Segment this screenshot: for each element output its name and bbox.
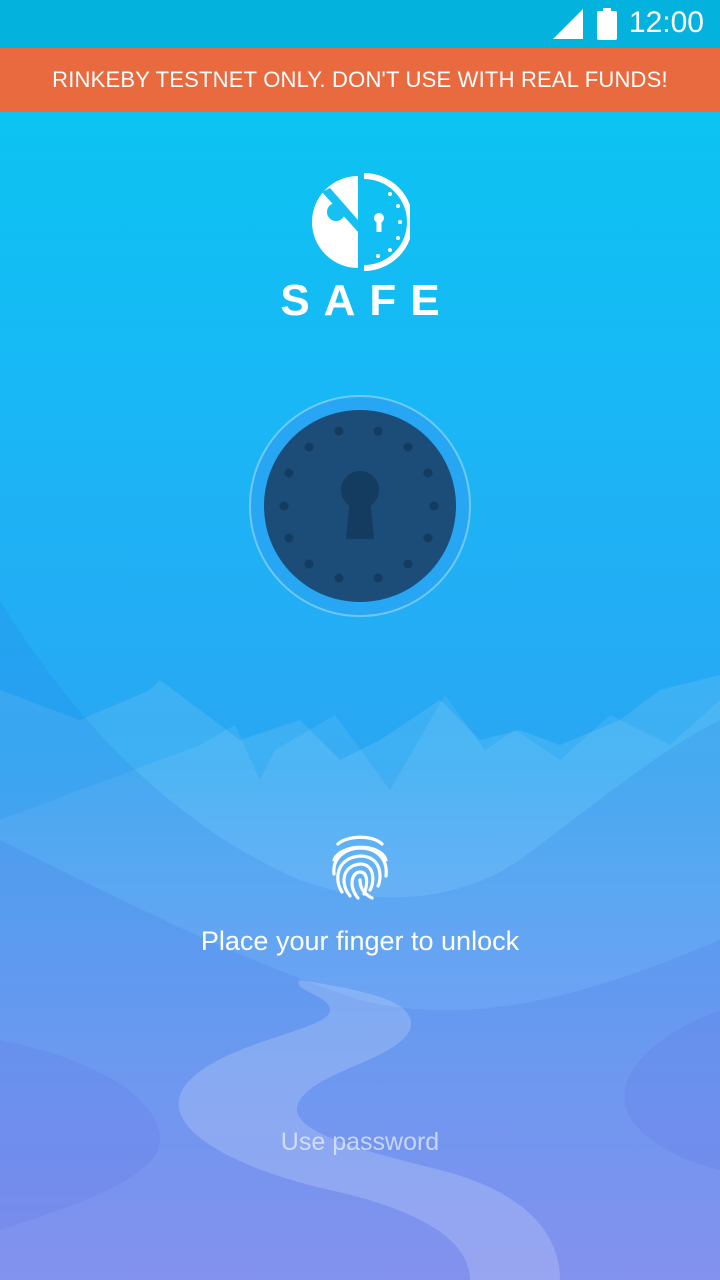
use-password-button[interactable]: Use password bbox=[0, 1128, 720, 1157]
fingerprint-icon[interactable] bbox=[328, 830, 392, 902]
fingerprint-instruction: Place your finger to unlock bbox=[200, 926, 520, 956]
brand-name: SAFE bbox=[280, 276, 454, 325]
battery-icon bbox=[597, 8, 617, 40]
testnet-warning-banner: RINKEBY TESTNET ONLY. DON'T USE WITH REA… bbox=[0, 48, 720, 112]
keyhole-lock-icon bbox=[249, 395, 471, 617]
status-bar: 12:00 bbox=[0, 0, 720, 48]
signal-icon bbox=[553, 9, 583, 39]
safe-logo-icon bbox=[312, 173, 410, 271]
testnet-warning-text: RINKEBY TESTNET ONLY. DON'T USE WITH REA… bbox=[52, 67, 668, 92]
clock: 12:00 bbox=[628, 6, 704, 39]
